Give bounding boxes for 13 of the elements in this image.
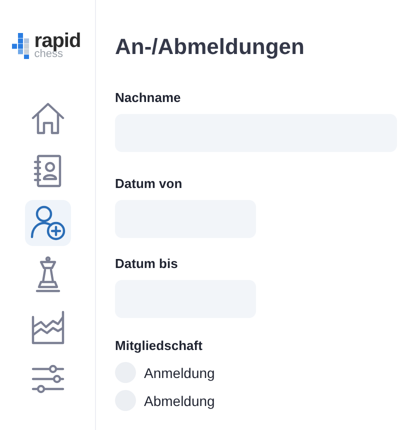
radio-label: Anmeldung: [144, 364, 215, 380]
field-label: Datum bis: [115, 256, 179, 271]
field-label: Nachname: [115, 90, 182, 105]
field-label: Datum von: [115, 176, 184, 191]
nav-button[interactable]: [24, 200, 70, 246]
area-chart-icon: [30, 309, 66, 345]
logo-subtitle: chess: [34, 49, 64, 60]
logo-name: rapid: [34, 31, 81, 51]
page-title: An-/Abmeldungen: [115, 34, 306, 60]
home-icon: [30, 101, 66, 137]
radio-label: Abmeldung: [144, 392, 215, 408]
group-label: Mitgliedschaft: [115, 338, 204, 353]
add-user-icon: [28, 204, 66, 242]
